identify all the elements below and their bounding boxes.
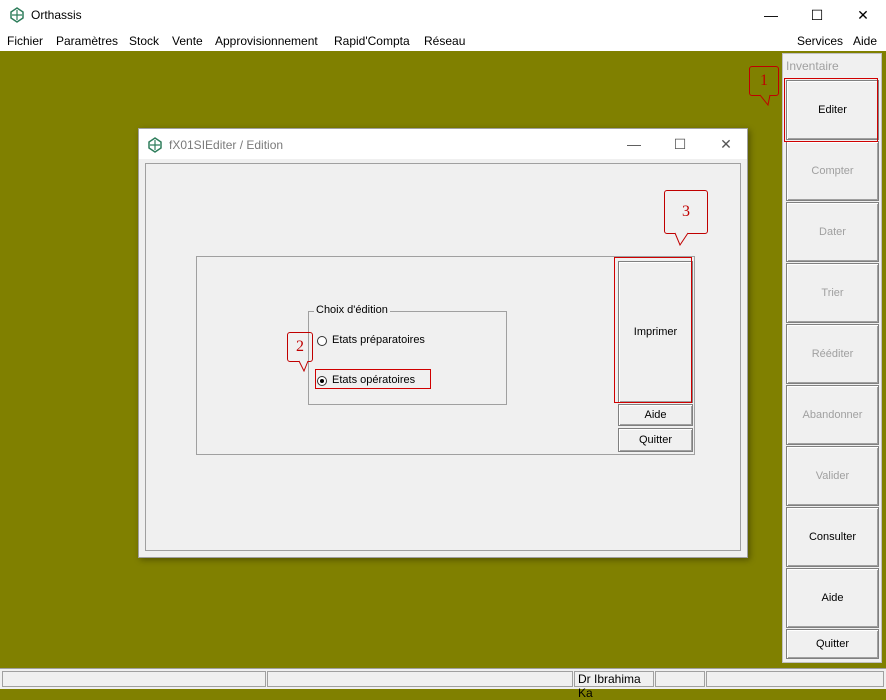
menu-reseau[interactable]: Réseau (424, 34, 465, 48)
trier-button[interactable]: Trier (786, 263, 879, 323)
callout-2-tail (298, 360, 309, 372)
menu-fichier[interactable]: Fichier (7, 34, 43, 48)
inventaire-panel: Inventaire Editer Compter Dater Trier Ré… (782, 53, 882, 663)
status-bar: Dr Ibrahima Ka (0, 668, 886, 700)
callout-3: 3 (664, 190, 708, 234)
menu-vente[interactable]: Vente (172, 34, 203, 48)
dialog-title: fX01SIEditer / Edition (169, 138, 284, 152)
panel-title: Inventaire (786, 59, 839, 73)
menu-parametres[interactable]: Paramètres (56, 34, 118, 48)
dialog-aide-button[interactable]: Aide (618, 404, 693, 426)
callout-3-tail (674, 232, 689, 246)
status-cell-5 (706, 671, 884, 687)
maximize-button[interactable]: ☐ (794, 0, 840, 31)
app-logo-icon (10, 7, 24, 23)
status-cell-1 (2, 671, 266, 687)
status-cell-2 (267, 671, 573, 687)
dialog-title-bar: fX01SIEditer / Edition — ☐ ✕ (139, 129, 747, 159)
menu-stock[interactable]: Stock (129, 34, 159, 48)
menu-approvisionnement[interactable]: Approvisionnement (215, 34, 318, 48)
dater-button[interactable]: Dater (786, 202, 879, 262)
callout-2: 2 (287, 332, 313, 362)
choix-edition-group: Choix d'édition Etats préparatoires Etat… (308, 304, 507, 405)
consulter-button[interactable]: Consulter (786, 507, 879, 567)
dialog-maximize-button[interactable]: ☐ (657, 129, 703, 159)
dialog-close-button[interactable]: ✕ (703, 129, 749, 159)
menu-bar: Fichier Paramètres Stock Vente Approvisi… (0, 31, 886, 51)
status-cell-4 (655, 671, 705, 687)
group-label: Choix d'édition (314, 304, 390, 316)
menu-aide[interactable]: Aide (853, 34, 877, 48)
menu-rapid-compta[interactable]: Rapid'Compta (334, 34, 410, 48)
minimize-button[interactable]: — (748, 0, 794, 31)
dialog-minimize-button[interactable]: — (611, 129, 657, 159)
highlight-editer (784, 78, 878, 142)
close-button[interactable]: ✕ (840, 0, 886, 31)
panel-quitter-button[interactable]: Quitter (786, 629, 879, 659)
reediter-button[interactable]: Rééditer (786, 324, 879, 384)
status-user: Dr Ibrahima Ka (574, 671, 654, 700)
callout-1-tail (759, 94, 771, 106)
abandonner-button[interactable]: Abandonner (786, 385, 879, 445)
dialog-logo-icon (148, 137, 162, 153)
menu-services[interactable]: Services (797, 34, 843, 48)
radio-etats-preparatoires[interactable] (317, 336, 327, 346)
highlight-imprimer (614, 257, 692, 403)
highlight-etats-operatoires (315, 369, 431, 389)
compter-button[interactable]: Compter (786, 141, 879, 201)
panel-aide-button[interactable]: Aide (786, 568, 879, 628)
valider-button[interactable]: Valider (786, 446, 879, 506)
app-title: Orthassis (31, 8, 82, 22)
app-title-bar: Orthassis — ☐ ✕ (0, 0, 886, 31)
radio-label-preparatoires[interactable]: Etats préparatoires (332, 334, 425, 346)
dialog-quitter-button[interactable]: Quitter (618, 428, 693, 452)
callout-1: 1 (749, 66, 779, 96)
